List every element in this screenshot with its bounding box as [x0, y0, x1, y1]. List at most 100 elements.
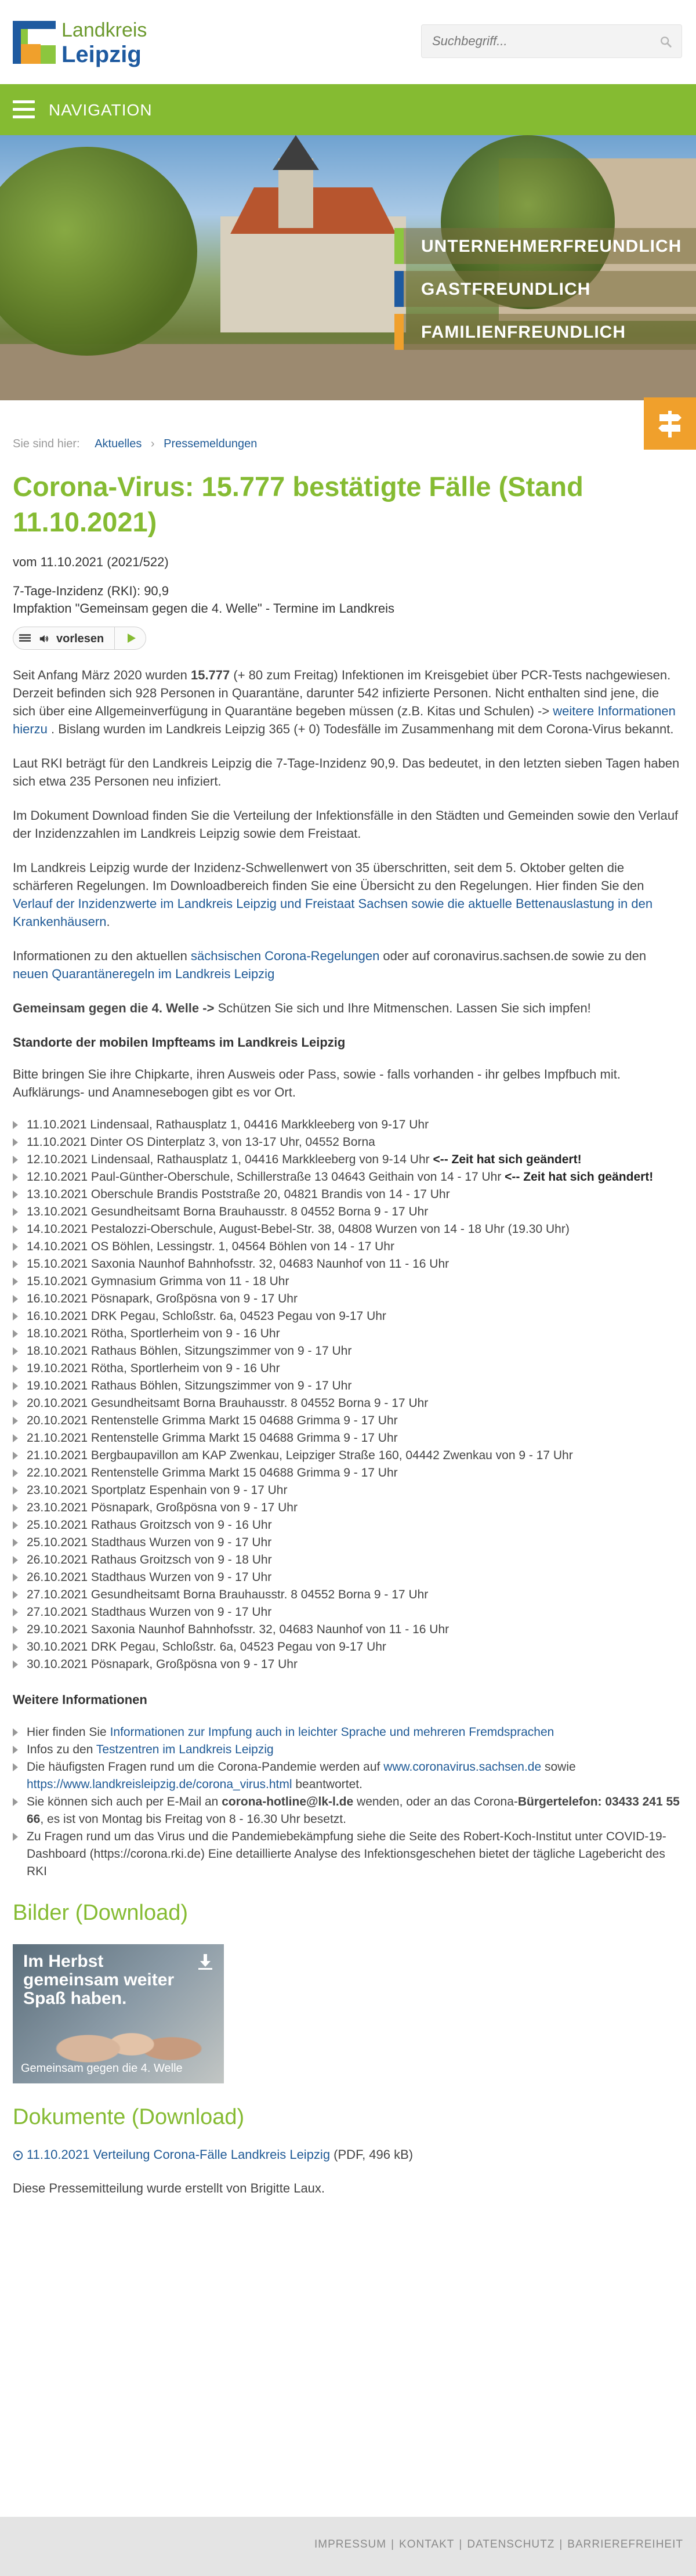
list-item: Zu Fragen rund um das Virus und die Pand… — [13, 1828, 680, 1880]
schedule-item: 27.10.2021 Gesundheitsamt Borna Brauhaus… — [13, 1586, 680, 1604]
heading-standorte: Standorte der mobilen Impfteams im Landk… — [13, 1035, 346, 1050]
time-changed-notice: <-- Zeit hat sich geändert! — [433, 1153, 582, 1166]
heading-weitere-informationen: Weitere Informationen — [13, 1692, 147, 1707]
schedule-item: 15.10.2021 Saxonia Naunhof Bahnhofsstr. … — [13, 1256, 680, 1273]
link-quarantaeneregeln[interactable]: neuen Quarantäneregeln im Landkreis Leip… — [13, 967, 274, 981]
schedule-item: 30.10.2021 Pösnapark, Großpösna von 9 - … — [13, 1656, 680, 1673]
article: Corona-Virus: 15.777 bestätigte Fälle (S… — [13, 469, 680, 2197]
site-logo[interactable]: Landkreis Leipzig — [13, 16, 147, 68]
schedule-item: 26.10.2021 Rathaus Groitzsch von 9 - 18 … — [13, 1551, 680, 1569]
breadcrumb-separator-icon: › — [150, 437, 155, 450]
site-header: Landkreis Leipzig — [0, 0, 696, 84]
schedule-item: 12.10.2021 Paul-Günther-Oberschule, Schi… — [13, 1168, 680, 1186]
schedule-item: 26.10.2021 Stadthaus Wurzen von 9 - 17 U… — [13, 1569, 680, 1586]
vaccination-line: Impfaktion "Gemeinsam gegen die 4. Welle… — [13, 601, 394, 616]
play-icon — [128, 634, 136, 643]
schedule-item: 25.10.2021 Rathaus Groitzsch von 9 - 16 … — [13, 1517, 680, 1534]
image-download-thumbnail[interactable]: Im Herbst gemeinsam weiter Spaß haben. G… — [13, 1944, 224, 2083]
image-headline: Im Herbst gemeinsam weiter Spaß haben. — [23, 1952, 175, 2008]
schedule-item: 14.10.2021 OS Böhlen, Lessingstr. 1, 045… — [13, 1238, 680, 1256]
search-icon[interactable] — [659, 35, 672, 48]
logo-text-line1: Landkreis — [61, 19, 147, 41]
footer-links: IMPRESSUM | KONTAKT | DATENSCHUTZ | BARRIEREFR… — [314, 2538, 683, 2550]
link-coronavirus-sachsen[interactable]: www.coronavirus.sachsen.de — [383, 1760, 541, 1774]
footer-link-datenschutz[interactable]: DATENSCHUTZ — [467, 2538, 554, 2550]
vaccination-schedule-list: 11.10.2021 Lindensaal, Rathausplatz 1, 0… — [13, 1116, 680, 1673]
readspeaker-label[interactable]: vorlesen — [56, 632, 104, 646]
schedule-item: 13.10.2021 Gesundheitsamt Borna Brauhaus… — [13, 1203, 680, 1221]
link-landkreis-corona[interactable]: https://www.landkreisleipzig.de/corona_v… — [27, 1778, 292, 1791]
document-item: 11.10.2021 Verteilung Corona-Fälle Landk… — [13, 2146, 680, 2163]
signpost-icon — [658, 411, 682, 437]
hero-label-familienfreundlich[interactable]: FAMILIENFREUNDLICH — [394, 314, 696, 350]
search-box — [421, 24, 682, 58]
footer-link-barrierefreiheit[interactable]: BARRIEREFREIHEIT — [567, 2538, 683, 2550]
schedule-item: 30.10.2021 DRK Pegau, Schloßstr. 6a, 045… — [13, 1638, 680, 1656]
list-item: Hier finden Sie Informationen zur Impfun… — [13, 1724, 680, 1741]
incidence-line: 7-Tage-Inzidenz (RKI): 90,9 — [13, 584, 169, 598]
paragraph-bring-documents: Bitte bringen Sie ihre Chipkarte, ihren … — [13, 1067, 621, 1099]
breadcrumb: Sie sind hier: Aktuelles › Pressemeldung… — [13, 436, 257, 451]
link-saechsische-regelungen[interactable]: sächsischen Corona-Regelungen — [191, 949, 379, 963]
schedule-item: 16.10.2021 DRK Pegau, Schloßstr. 6a, 045… — [13, 1308, 680, 1325]
schedule-item: 12.10.2021 Lindensaal, Rathausplatz 1, 0… — [13, 1151, 680, 1168]
site-footer: IMPRESSUM | KONTAKT | DATENSCHUTZ | BARRIEREFR… — [0, 2517, 696, 2576]
schedule-item: 15.10.2021 Gymnasium Grimma von 11 - 18 … — [13, 1273, 680, 1290]
footer-link-impressum[interactable]: IMPRESSUM — [314, 2538, 386, 2550]
schedule-item: 14.10.2021 Pestalozzi-Oberschule, August… — [13, 1221, 680, 1238]
image-caption: Gemeinsam gegen die 4. Welle — [21, 2062, 183, 2075]
schedule-item: 16.10.2021 Pösnapark, Großpösna von 9 - … — [13, 1290, 680, 1308]
download-circle-icon — [13, 2150, 23, 2161]
paragraph-regulations: Informationen zu den aktuellen sächsisch… — [13, 949, 647, 981]
paragraph-cases: Seit Anfang März 2020 wurden 15.777 (+ 8… — [13, 668, 676, 736]
hamburger-menu-icon[interactable] — [13, 100, 35, 119]
schedule-item: 18.10.2021 Rötha, Sportlerheim von 9 - 1… — [13, 1325, 680, 1343]
readspeaker-menu-icon[interactable] — [19, 634, 31, 642]
navigation-label[interactable]: NAVIGATION — [49, 100, 153, 120]
footer-link-kontakt[interactable]: KONTAKT — [399, 2538, 454, 2550]
schedule-item: 21.10.2021 Bergbaupavillon am KAP Zwenka… — [13, 1447, 680, 1464]
schedule-item: 19.10.2021 Rathaus Böhlen, Sitzungszimme… — [13, 1377, 680, 1395]
list-item: Sie können sich auch per E-Mail an coron… — [13, 1793, 680, 1828]
schedule-item: 23.10.2021 Sportplatz Espenhain von 9 - … — [13, 1482, 680, 1499]
link-leichte-sprache[interactable]: Informationen zur Impfung auch in leicht… — [110, 1725, 554, 1739]
hero-label-gastfreundlich[interactable]: GASTFREUNDLICH — [394, 271, 696, 307]
paragraph-download-info: Im Dokument Download finden Sie die Vert… — [13, 808, 679, 841]
navigation-bar[interactable]: NAVIGATION — [0, 84, 696, 135]
page-title: Corona-Virus: 15.777 bestätigte Fälle (S… — [13, 471, 583, 537]
paragraph-threshold: Im Landkreis Leipzig wurde der Inzidenz-… — [13, 860, 653, 929]
readspeaker-play-button[interactable] — [114, 627, 146, 649]
info-list: Hier finden Sie Informationen zur Impfun… — [13, 1724, 680, 1880]
document-link[interactable]: 11.10.2021 Verteilung Corona-Fälle Landk… — [27, 2147, 330, 2162]
heading-bilder: Bilder (Download) — [13, 1901, 188, 1925]
breadcrumb-link-aktuelles[interactable]: Aktuelles — [95, 437, 142, 450]
hotline-email[interactable]: corona-hotline@lk-l.de — [222, 1795, 353, 1808]
schedule-item: 20.10.2021 Gesundheitsamt Borna Brauhaus… — [13, 1395, 680, 1412]
schedule-item: 23.10.2021 Pösnapark, Großpösna von 9 - … — [13, 1499, 680, 1517]
article-date: vom 11.10.2021 (2021/522) — [13, 555, 169, 569]
schedule-item: 21.10.2021 Rentenstelle Grimma Markt 15 … — [13, 1430, 680, 1447]
logo-text-line2: Leipzig — [61, 42, 142, 67]
schedule-item: 13.10.2021 Oberschule Brandis Poststraße… — [13, 1186, 680, 1203]
list-item: Die häufigsten Fragen rund um die Corona… — [13, 1759, 680, 1793]
heading-dokumente: Dokumente (Download) — [13, 2105, 245, 2129]
breadcrumb-link-pressemeldungen[interactable]: Pressemeldungen — [164, 437, 257, 450]
hero-label-unternehmerfreundlich[interactable]: UNTERNEHMERFREUNDLICH — [394, 228, 696, 264]
schedule-item: 20.10.2021 Rentenstelle Grimma Markt 15 … — [13, 1412, 680, 1430]
schedule-item: 19.10.2021 Rötha, Sportlerheim von 9 - 1… — [13, 1360, 680, 1377]
search-input[interactable] — [432, 25, 652, 57]
link-testzentren[interactable]: Testzentren im Landkreis Leipzig — [96, 1743, 274, 1756]
schedule-item: 11.10.2021 Lindensaal, Rathausplatz 1, 0… — [13, 1116, 680, 1134]
paragraph-appeal: Gemeinsam gegen die 4. Welle -> Schützen… — [13, 1001, 591, 1015]
signpost-button[interactable] — [644, 397, 696, 450]
schedule-item: 18.10.2021 Rathaus Böhlen, Sitzungszimme… — [13, 1343, 680, 1360]
case-count: 15.777 — [190, 668, 230, 682]
hero-image: UNTERNEHMERFREUNDLICH GASTFREUNDLICH FAM… — [0, 135, 696, 400]
schedule-item: 22.10.2021 Rentenstelle Grimma Markt 15 … — [13, 1464, 680, 1482]
breadcrumb-prefix: Sie sind hier: — [13, 437, 80, 450]
paragraph-incidence: Laut RKI beträgt für den Landkreis Leipz… — [13, 756, 680, 788]
article-subtitle: 7-Tage-Inzidenz (RKI): 90,9 Impfaktion "… — [13, 583, 680, 617]
author-note: Diese Pressemitteilung wurde erstellt vo… — [13, 2181, 325, 2195]
download-icon[interactable] — [196, 1952, 215, 1971]
document-meta: (PDF, 496 kB) — [330, 2147, 414, 2162]
